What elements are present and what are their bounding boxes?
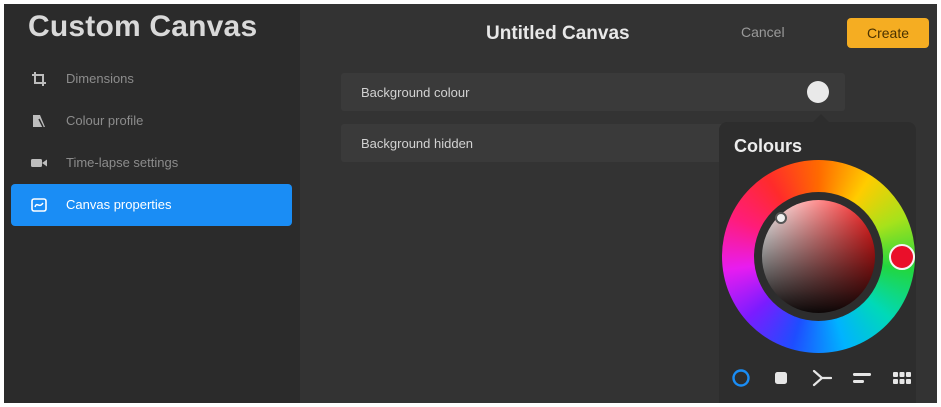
crop-icon <box>30 70 48 88</box>
sidebar-item-colour-profile[interactable]: Colour profile <box>11 100 292 142</box>
sidebar-title: Custom Canvas <box>28 10 258 43</box>
tab-harmony[interactable] <box>811 369 833 391</box>
saturation-brightness-handle[interactable] <box>775 212 787 224</box>
sidebar-item-label: Dimensions <box>66 71 134 86</box>
tab-value[interactable] <box>851 369 873 391</box>
background-colour-swatch[interactable] <box>807 81 829 103</box>
background-hidden-label: Background hidden <box>361 136 474 151</box>
sidebar: Custom Canvas Dimensions Colour profile … <box>4 4 300 403</box>
sidebar-item-dimensions[interactable]: Dimensions <box>11 58 292 100</box>
colour-profile-icon <box>30 112 48 130</box>
tab-palettes[interactable] <box>891 369 913 391</box>
video-camera-icon <box>30 154 48 172</box>
cancel-button[interactable]: Cancel <box>741 24 785 40</box>
classic-icon <box>773 370 789 391</box>
sidebar-item-label: Colour profile <box>66 113 144 128</box>
tab-disc[interactable] <box>730 368 752 393</box>
sidebar-item-canvas-properties[interactable]: Canvas properties <box>11 184 292 226</box>
create-button[interactable]: Create <box>847 18 929 48</box>
colour-wheel[interactable] <box>722 160 915 353</box>
sidebar-item-label: Canvas properties <box>66 197 172 212</box>
hue-handle[interactable] <box>889 244 915 270</box>
value-icon <box>852 371 872 390</box>
sidebar-item-label: Time-lapse settings <box>66 155 179 170</box>
colour-panel-title: Colours <box>734 136 803 156</box>
sidebar-item-time-lapse-settings[interactable]: Time-lapse settings <box>11 142 292 184</box>
tab-classic[interactable] <box>770 369 792 391</box>
palettes-icon <box>892 371 912 390</box>
page-title: Untitled Canvas <box>486 23 630 44</box>
colour-panel: Colours <box>719 122 916 403</box>
canvas-properties-icon <box>30 196 48 214</box>
background-colour-label: Background colour <box>361 85 470 100</box>
background-colour-row[interactable]: Background colour <box>341 73 845 111</box>
harmony-icon <box>812 368 833 393</box>
disc-icon <box>731 368 751 393</box>
app-window: Custom Canvas Dimensions Colour profile … <box>4 4 937 403</box>
